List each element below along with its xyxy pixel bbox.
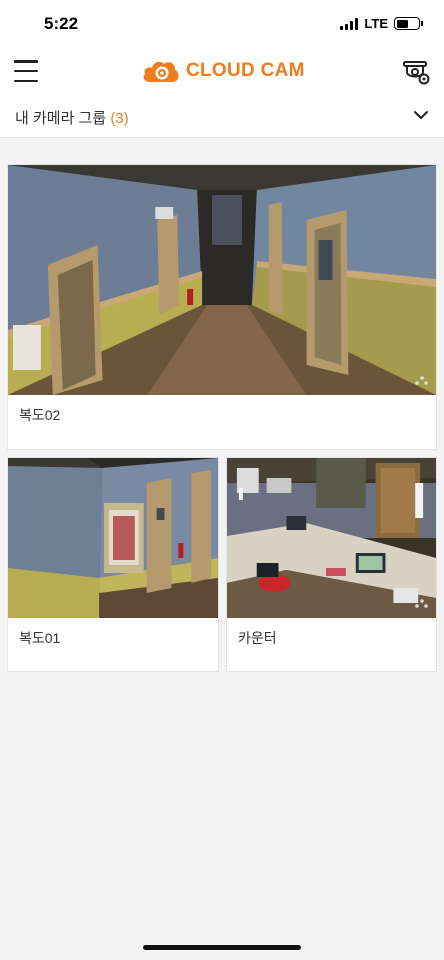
status-bar: 5:22 LTE	[0, 0, 444, 48]
more-dots-icon[interactable]	[414, 598, 428, 608]
group-label: 내 카메라 그룹 (3)	[15, 107, 129, 128]
camera-name: 카운터	[238, 630, 277, 646]
camera-name: 복도02	[19, 407, 61, 423]
camera-thumbnail[interactable]	[227, 458, 436, 618]
signal-icon	[340, 17, 359, 30]
camera-thumbnail[interactable]	[8, 458, 218, 618]
app-header: CLOUD CAM	[0, 48, 444, 96]
battery-icon	[394, 17, 423, 30]
camera-group-selector[interactable]: 내 카메라 그룹 (3)	[0, 96, 444, 138]
group-count: (3)	[110, 110, 129, 127]
camera-card-hallway-02[interactable]: 복도02	[7, 164, 437, 450]
chevron-down-icon[interactable]	[414, 110, 428, 120]
camera-thumbnail[interactable]	[8, 165, 436, 395]
camera-settings-icon[interactable]	[402, 58, 432, 86]
camera-card-hallway-01[interactable]: 복도01	[7, 457, 219, 672]
group-title: 내 카메라 그룹	[15, 110, 107, 127]
status-indicators: LTE	[340, 16, 423, 31]
app-logo: CLOUD CAM	[142, 58, 305, 84]
hamburger-menu-icon[interactable]	[14, 60, 38, 82]
camera-card-counter[interactable]: 카운터	[226, 457, 437, 672]
home-indicator[interactable]	[143, 945, 301, 950]
cloud-camera-logo-icon	[143, 61, 179, 82]
more-dots-icon[interactable]	[414, 375, 428, 385]
status-time: 5:22	[44, 14, 79, 33]
network-label: LTE	[364, 16, 388, 31]
camera-name: 복도01	[19, 630, 61, 646]
logo-text: CLOUD CAM	[186, 60, 305, 81]
